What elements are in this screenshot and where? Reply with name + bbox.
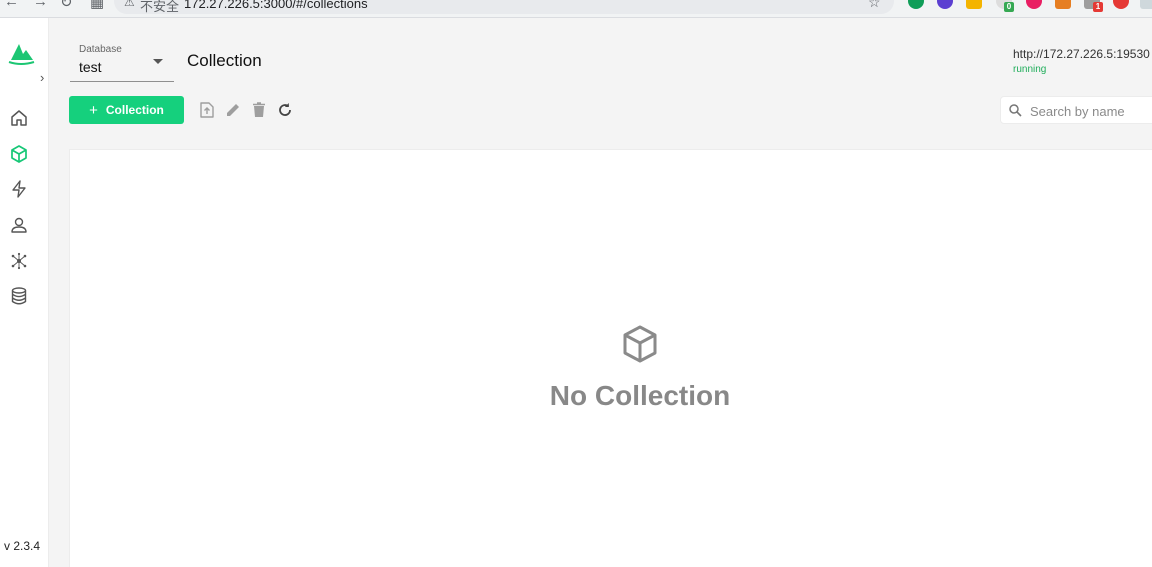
- database-icon[interactable]: [9, 286, 29, 306]
- extension-badge-count: 0: [1004, 2, 1014, 12]
- extension-icon-9[interactable]: [1140, 0, 1152, 9]
- user-icon[interactable]: [9, 215, 29, 235]
- upload-icon[interactable]: [198, 101, 216, 119]
- version-label: v 2.3.4: [4, 539, 41, 553]
- browser-toolbar: ← → ↻ ▦ ⚠ 不安全 172.27.226.5:3000/#/collec…: [0, 0, 1152, 18]
- milvus-logo: [8, 44, 35, 65]
- database-select-label: Database: [79, 44, 122, 55]
- home-icon[interactable]: [9, 108, 29, 128]
- sidebar: › v 2.3.4: [0, 18, 49, 567]
- address-bar[interactable]: ⚠ 不安全 172.27.226.5:3000/#/collections: [114, 0, 894, 14]
- apps-icon[interactable]: ▦: [90, 0, 104, 11]
- extension-icon-5[interactable]: [1026, 0, 1042, 9]
- empty-cube-icon: [623, 325, 657, 363]
- server-status: running: [1013, 64, 1047, 75]
- extension-icon-3[interactable]: [966, 0, 982, 9]
- database-select-value: test: [79, 59, 102, 75]
- lightning-icon[interactable]: [9, 179, 29, 199]
- extension-badge-count-2: 1: [1093, 2, 1103, 12]
- search-icon: [1009, 104, 1022, 117]
- refresh-icon[interactable]: [276, 101, 294, 119]
- warning-icon: ⚠: [124, 0, 135, 9]
- search-input[interactable]: [1030, 102, 1150, 120]
- collections-panel: No Collection: [69, 149, 1152, 567]
- address-url: 172.27.226.5:3000/#/collections: [184, 0, 368, 11]
- delete-icon[interactable]: [250, 101, 268, 119]
- extension-icon-2[interactable]: [937, 0, 953, 9]
- page-title: Collection: [187, 51, 262, 70]
- network-icon[interactable]: [9, 251, 29, 271]
- insecure-label: 不安全: [140, 0, 180, 14]
- edit-icon[interactable]: [224, 101, 242, 119]
- empty-state-message: No Collection: [549, 380, 731, 411]
- server-address: http://172.27.226.5:19530: [1013, 47, 1150, 61]
- extension-icon-8[interactable]: [1113, 0, 1129, 9]
- cube-icon[interactable]: [9, 144, 29, 164]
- back-icon[interactable]: ←: [4, 0, 19, 10]
- plus-icon: +: [89, 101, 98, 119]
- expand-sidebar-icon[interactable]: ›: [40, 70, 44, 85]
- extension-icon-6[interactable]: [1055, 0, 1071, 9]
- reload-icon[interactable]: ↻: [60, 0, 73, 11]
- extension-icon-1[interactable]: [908, 0, 924, 9]
- forward-icon[interactable]: →: [33, 0, 48, 10]
- search-box[interactable]: [1000, 96, 1152, 124]
- bookmark-star-icon[interactable]: ☆: [868, 0, 881, 11]
- caret-down-icon: [153, 59, 163, 64]
- create-collection-button[interactable]: + Collection: [69, 96, 184, 124]
- database-select[interactable]: Database test: [70, 40, 174, 82]
- create-collection-label: Collection: [105, 103, 164, 117]
